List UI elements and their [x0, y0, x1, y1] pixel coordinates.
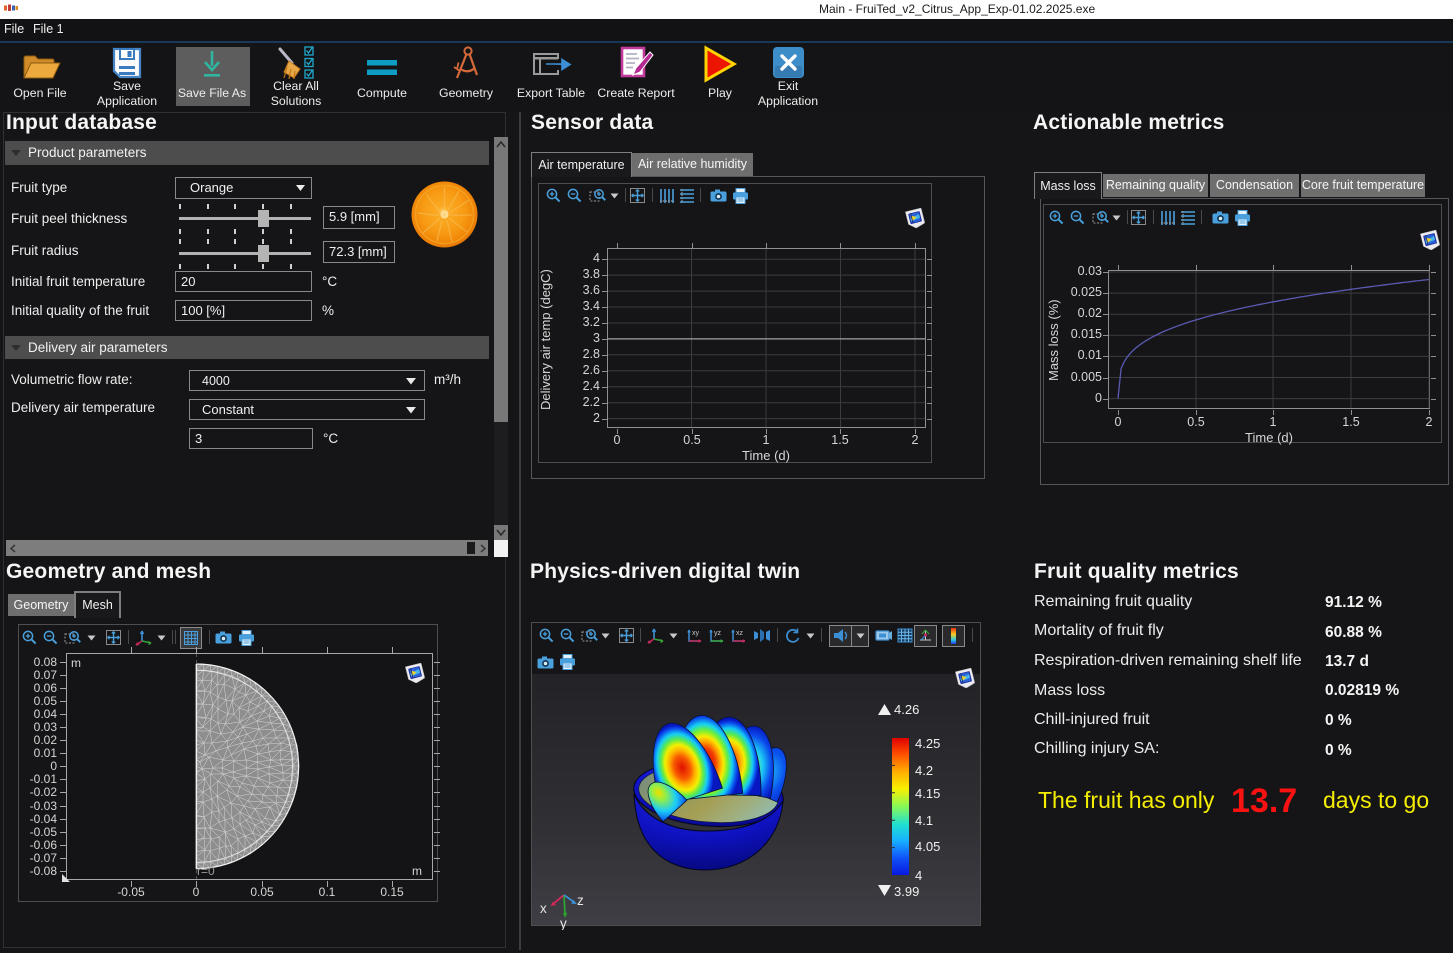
svg-text:yz: yz — [714, 630, 722, 637]
svg-text:xz: xz — [736, 630, 744, 637]
svg-text:z: z — [577, 893, 584, 908]
svg-text:xy: xy — [692, 630, 700, 637]
svg-text:y: y — [560, 916, 567, 930]
svg-text:x: x — [540, 901, 547, 916]
